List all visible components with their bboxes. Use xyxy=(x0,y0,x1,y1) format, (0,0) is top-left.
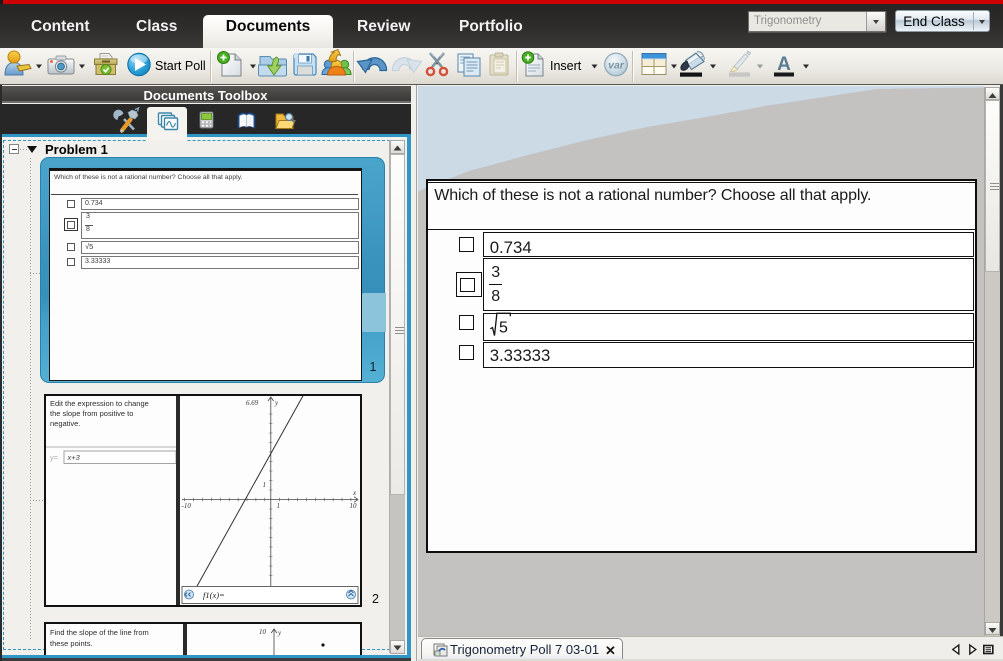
svg-text:10: 10 xyxy=(259,628,267,636)
svg-text:6.69: 6.69 xyxy=(246,399,259,407)
svg-text:x+3: x+3 xyxy=(67,453,81,462)
svg-text:Find the slope of the line fro: Find the slope of the line from xyxy=(50,628,149,637)
svg-text:A: A xyxy=(777,54,791,75)
svg-text:y=: y= xyxy=(50,453,59,462)
svg-text:the slope from positive to: the slope from positive to xyxy=(50,409,133,418)
svg-text:f1(x)=: f1(x)= xyxy=(203,590,225,600)
svg-text:1: 1 xyxy=(277,502,281,510)
svg-text:Edit the expression to change: Edit the expression to change xyxy=(50,399,149,408)
svg-text:negative.: negative. xyxy=(50,419,80,428)
svg-text:x: x xyxy=(352,489,357,497)
svg-text:y: y xyxy=(277,629,282,637)
svg-text:y: y xyxy=(274,399,279,407)
svg-text:-10: -10 xyxy=(182,502,192,510)
svg-text:10: 10 xyxy=(350,502,358,510)
svg-text:var: var xyxy=(608,60,625,72)
svg-text:1: 1 xyxy=(263,481,267,489)
svg-text:5: 5 xyxy=(499,320,508,337)
svg-text:these points.: these points. xyxy=(50,639,93,648)
